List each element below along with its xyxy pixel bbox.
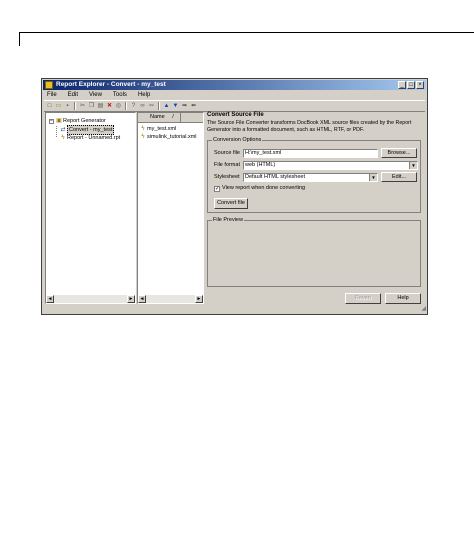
paste-icon[interactable]: ▤ <box>97 103 104 110</box>
file-list-panel[interactable]: Name / ϟ my_test.xml ϟ simulink_tutorial… <box>137 112 204 304</box>
scroll-right-arrow[interactable]: ► <box>127 295 135 303</box>
stylesheet-value: Default HTML stylesheet <box>245 174 306 180</box>
page-header-tick <box>19 32 20 46</box>
list-item[interactable]: ϟ my_test.xml <box>140 125 176 133</box>
chevron-down-icon[interactable]: ▼ <box>409 162 417 169</box>
file-format-value: web (HTML) <box>245 162 276 168</box>
revert-button[interactable]: Revert <box>345 293 381 304</box>
title-bar[interactable]: Report Explorer - Convert - my_test _ □ … <box>43 80 426 90</box>
new-icon[interactable]: □ <box>46 103 53 110</box>
file-preview-legend: File Preview <box>212 217 244 224</box>
toolbar-separator <box>125 102 127 110</box>
sort-indicator-icon: / <box>172 114 174 120</box>
window-title: Report Explorer - Convert - my_test <box>56 81 166 88</box>
app-icon <box>45 81 53 89</box>
move-left-icon[interactable]: ⬅ <box>190 103 197 110</box>
list-item[interactable]: ϟ simulink_tutorial.xml <box>140 133 197 141</box>
menu-help[interactable]: Help <box>138 91 150 99</box>
file-format-label: File format <box>214 162 240 168</box>
scroll-right-arrow[interactable]: ► <box>195 295 203 303</box>
menu-bar: File Edit View Tools Help <box>44 91 150 99</box>
tree-item-report[interactable]: ϟ Report - Unnamed.rpt <box>60 134 120 142</box>
scroll-left-arrow[interactable]: ◄ <box>46 295 54 303</box>
menu-view[interactable]: View <box>89 91 102 99</box>
move-down-icon[interactable]: ▼ <box>172 103 179 110</box>
delete-icon[interactable]: ✕ <box>106 103 113 110</box>
edit-stylesheet-button[interactable]: Edit... <box>381 172 417 182</box>
cut-icon[interactable]: ✂ <box>79 103 86 110</box>
conversion-options-group: Conversion Options Source file H:\my_tes… <box>207 137 421 213</box>
outline-tree-panel[interactable]: − ▣ Report Generator ⇄ Convert - my_test… <box>45 112 136 304</box>
convert-properties-pane: Convert Source File The Source File Conv… <box>205 112 426 312</box>
toolbar: □ ▭ ▪ ✂ ❐ ▤ ✕ ◎ ? ∞ ∾ ▲ ▼ ➡ ⬅ <box>44 100 425 112</box>
tree-connector <box>56 126 57 137</box>
link2-icon[interactable]: ∾ <box>148 103 155 110</box>
copy-icon[interactable]: ❐ <box>88 103 95 110</box>
report-generator-icon: ▣ <box>56 118 62 124</box>
open-icon[interactable]: ▭ <box>55 103 62 110</box>
help-button[interactable]: Help <box>385 293 421 304</box>
help-cursor-icon[interactable]: ? <box>130 103 137 110</box>
toolbar-separator <box>74 102 76 110</box>
resize-grip-icon[interactable]: ◢ <box>419 306 426 313</box>
files-horizontal-scrollbar[interactable]: ◄ ► <box>138 295 203 303</box>
save-icon[interactable]: ▪ <box>64 103 71 110</box>
page-header-rule <box>19 32 474 33</box>
link-icon[interactable]: ∞ <box>139 103 146 110</box>
report-file-icon: ϟ <box>61 135 65 141</box>
source-file-input[interactable]: H:\my_test.xml <box>243 149 378 158</box>
convert-icon: ⇄ <box>60 127 66 133</box>
name-column-label: Name <box>150 114 165 120</box>
file-preview-area <box>211 229 417 283</box>
tree-item-convert[interactable]: ⇄ Convert - my_test <box>60 125 115 135</box>
tree-horizontal-scrollbar[interactable]: ◄ ► <box>46 295 135 303</box>
stylesheet-label: Stylesheet <box>214 174 240 180</box>
conversion-options-legend: Conversion Options <box>212 137 263 144</box>
description-text: The Source File Converter transforms Doc… <box>207 120 412 133</box>
xml-file-icon: ϟ <box>141 126 145 132</box>
collapse-icon[interactable]: − <box>49 118 54 124</box>
view-report-label: View report when done converting <box>222 185 306 191</box>
find-icon[interactable]: ◎ <box>115 103 122 110</box>
xml-file-icon: ϟ <box>141 134 145 140</box>
minimize-button[interactable]: _ <box>398 81 406 89</box>
move-up-icon[interactable]: ▲ <box>163 103 170 110</box>
menu-edit[interactable]: Edit <box>68 91 78 99</box>
view-report-checkbox[interactable]: ✓ <box>214 186 220 192</box>
convert-file-button[interactable]: Convert file <box>214 198 248 209</box>
list-item-label: my_test.xml <box>147 126 177 132</box>
scroll-left-arrow[interactable]: ◄ <box>138 295 146 303</box>
stylesheet-dropdown[interactable]: Default HTML stylesheet ▼ <box>243 173 378 182</box>
tree-item-report-generator[interactable]: − ▣ Report Generator <box>49 117 106 125</box>
name-column-header[interactable]: Name / <box>138 113 181 122</box>
menu-tools[interactable]: Tools <box>113 91 127 99</box>
chevron-down-icon[interactable]: ▼ <box>369 174 377 181</box>
list-item-label: simulink_tutorial.xml <box>147 134 197 140</box>
file-preview-group: File Preview <box>207 217 421 287</box>
maximize-button[interactable]: □ <box>407 81 415 89</box>
move-right-icon[interactable]: ➡ <box>181 103 188 110</box>
menu-file[interactable]: File <box>47 91 57 99</box>
browse-button[interactable]: Browse... <box>381 148 417 158</box>
toolbar-separator <box>158 102 160 110</box>
file-list-header: Name / <box>138 113 203 123</box>
source-file-label: Source file <box>214 150 240 156</box>
report-explorer-window: Report Explorer - Convert - my_test _ □ … <box>41 78 428 315</box>
close-button[interactable]: × <box>416 81 424 89</box>
file-format-dropdown[interactable]: web (HTML) ▼ <box>243 161 418 170</box>
tree-item-label: Report Generator <box>63 118 106 124</box>
section-title: Convert Source File <box>207 112 264 118</box>
tree-item-label: Report - Unnamed.rpt <box>67 135 121 141</box>
